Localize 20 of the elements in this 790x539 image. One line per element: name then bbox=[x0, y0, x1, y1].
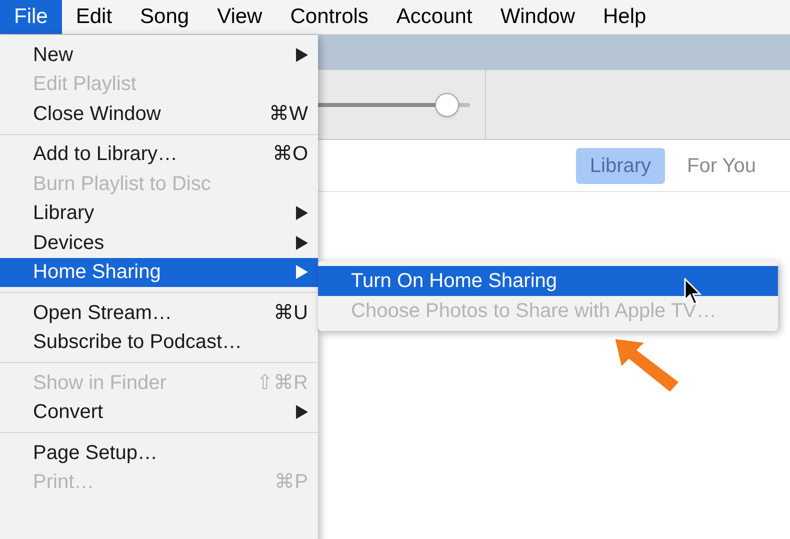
menu-item[interactable]: Subscribe to Podcast… bbox=[0, 328, 318, 357]
menu-item[interactable]: Turn On Home Sharing bbox=[318, 266, 778, 296]
menu-item[interactable]: Devices bbox=[0, 228, 318, 258]
menu-bar-item[interactable]: Account bbox=[382, 0, 486, 34]
menu-item[interactable]: Library bbox=[0, 198, 318, 228]
menu-bar-item[interactable]: Controls bbox=[276, 0, 382, 34]
menu-bar-item[interactable]: File bbox=[0, 0, 62, 34]
menu-item[interactable]: Page Setup… bbox=[0, 438, 318, 468]
menu-item[interactable]: Home Sharing bbox=[0, 258, 318, 287]
menu-item[interactable]: Open Stream… ⌘U bbox=[0, 298, 318, 328]
menu-item[interactable]: Convert bbox=[0, 398, 318, 427]
menu-item[interactable]: Add to Library… ⌘O bbox=[0, 140, 318, 169]
menu-bar-item[interactable]: Help bbox=[589, 0, 660, 34]
menu-bar-item[interactable]: View bbox=[203, 0, 276, 34]
menu-bar-item[interactable]: Window bbox=[486, 0, 590, 34]
menu-bar-item[interactable]: Edit bbox=[62, 0, 126, 34]
menu-item[interactable]: Close Window ⌘W bbox=[0, 99, 318, 128]
menu-item[interactable]: New bbox=[0, 40, 318, 70]
slider-thumb[interactable] bbox=[434, 92, 459, 116]
menu-bar-item[interactable]: Song bbox=[126, 0, 204, 34]
